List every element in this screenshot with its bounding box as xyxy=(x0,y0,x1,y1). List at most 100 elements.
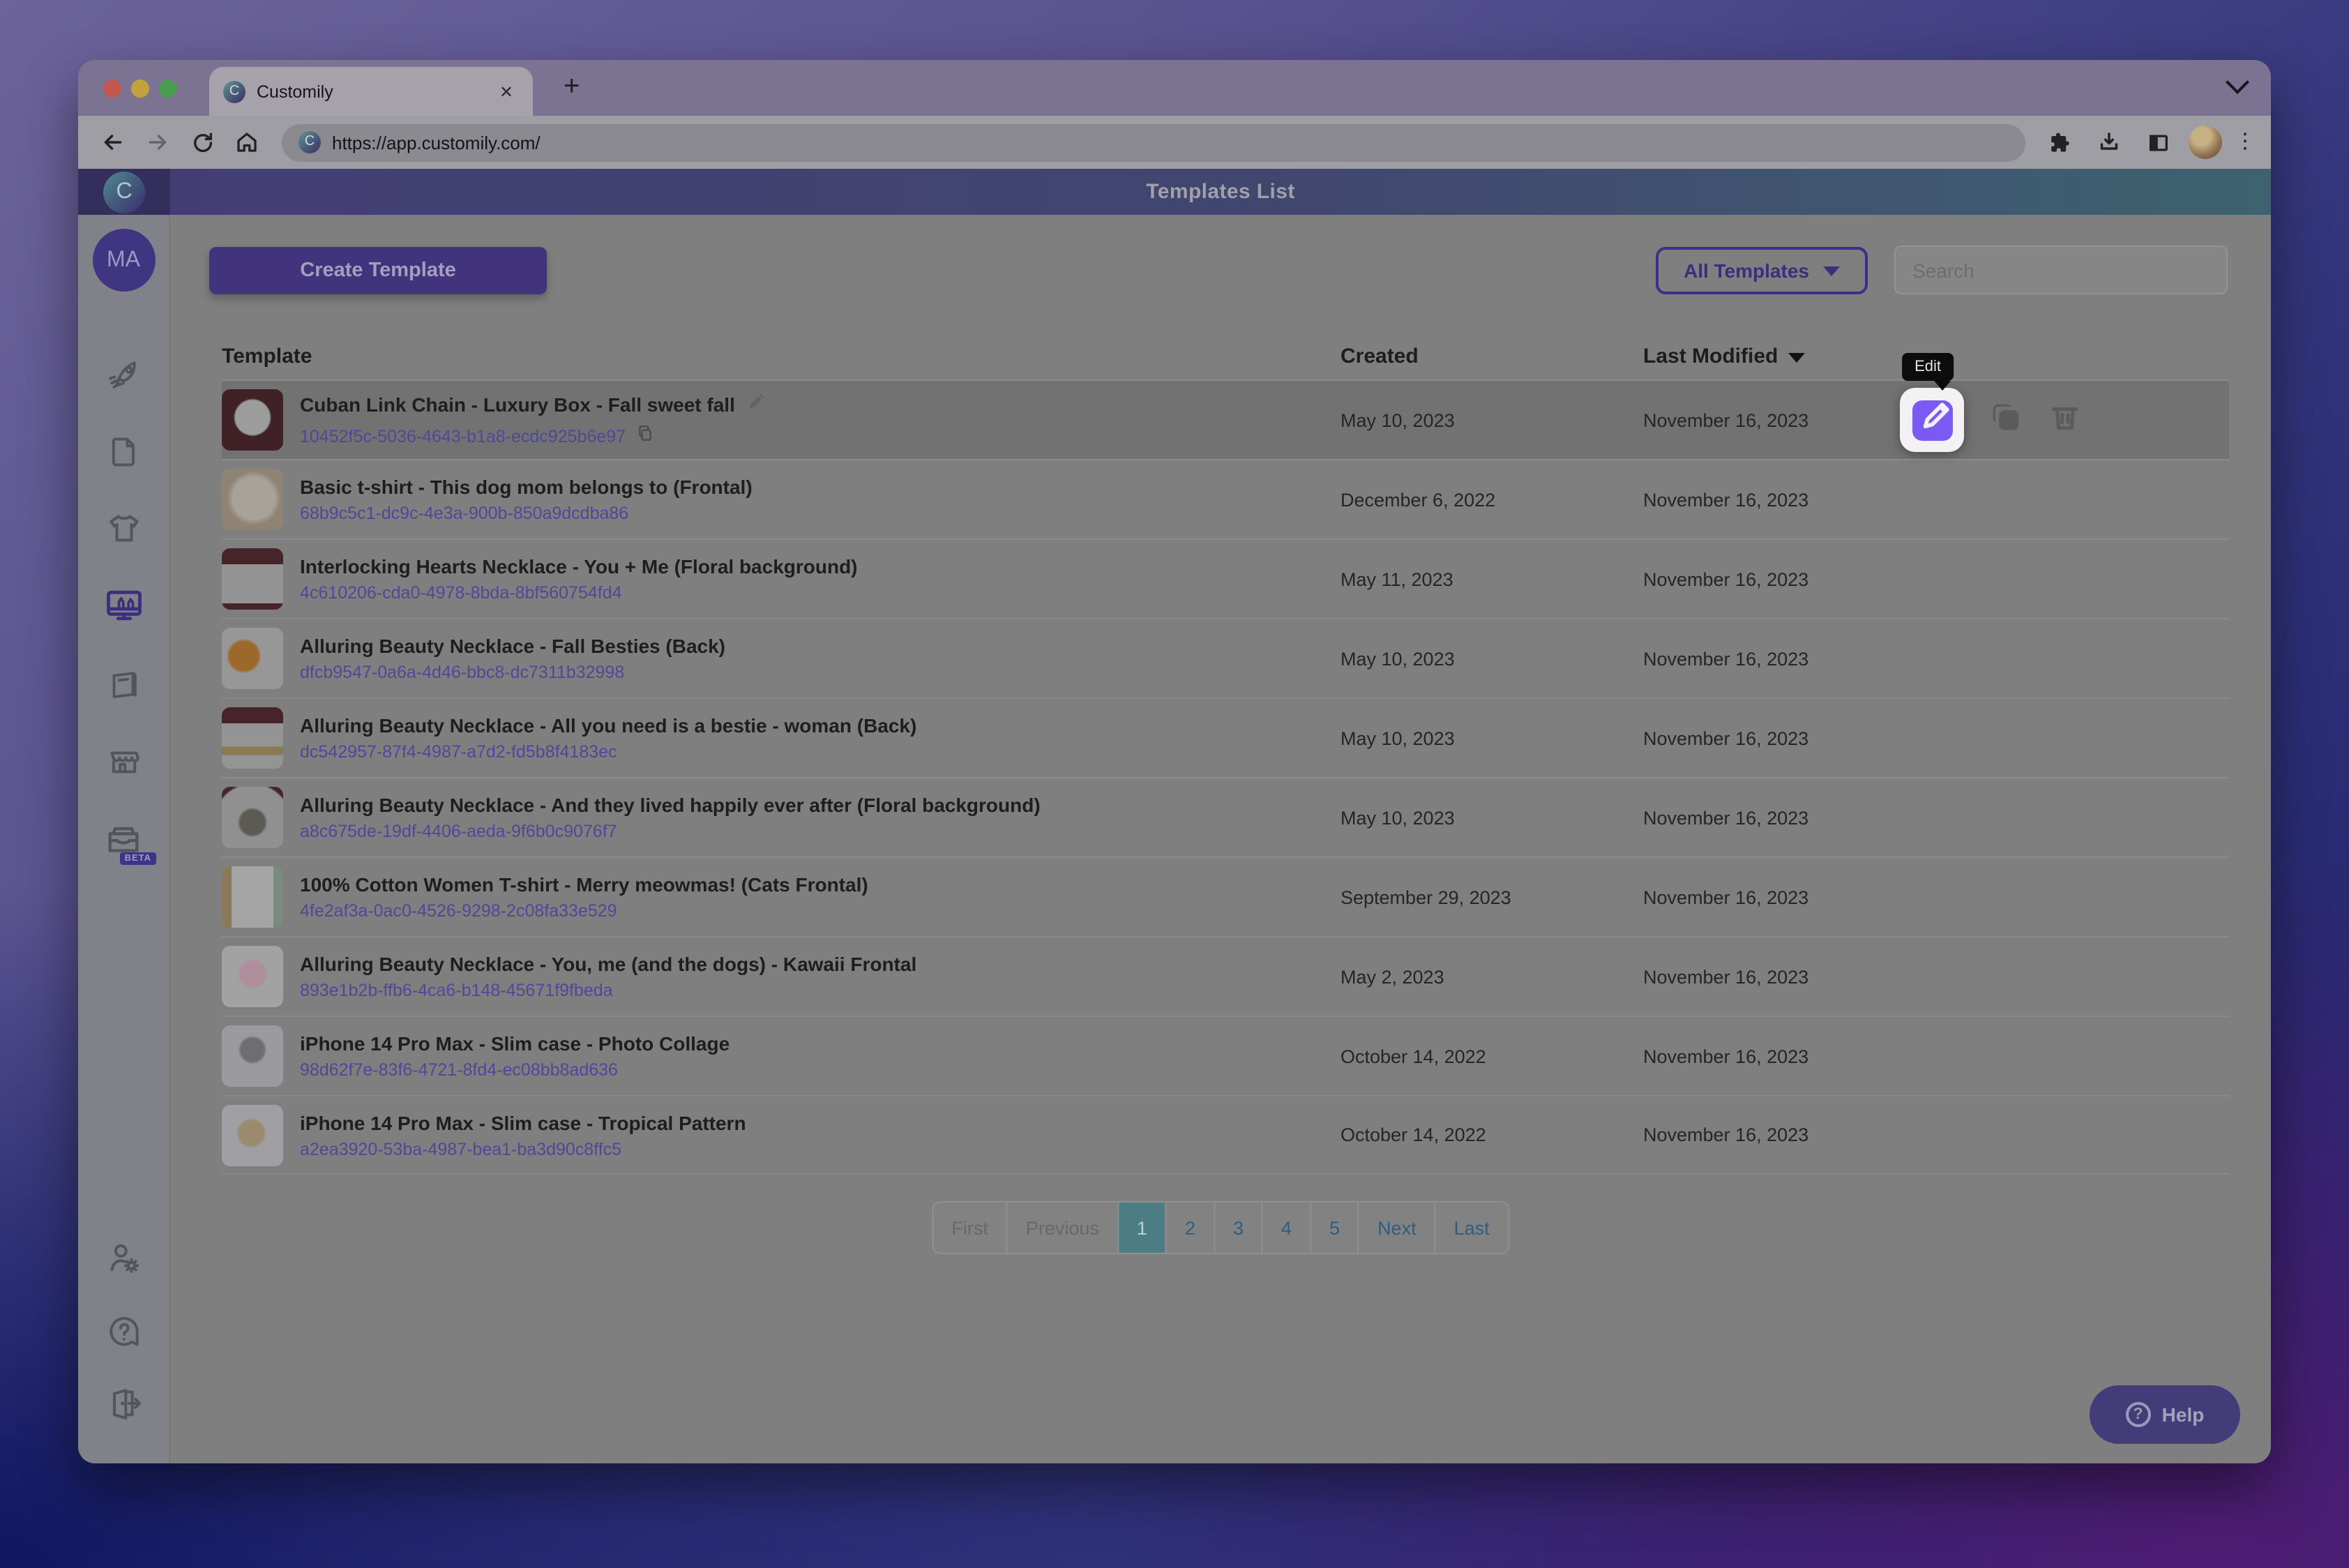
template-id-link[interactable]: 893e1b2b-ffb6-4ca6-b148-45671f9fbeda xyxy=(300,981,613,1000)
store-icon[interactable] xyxy=(103,739,144,781)
template-id-link[interactable]: 10452f5c-5036-4643-b1a8-ecdc925b6e97 xyxy=(300,426,626,446)
template-name: Alluring Beauty Necklace - Fall Besties … xyxy=(300,635,725,657)
edit-button-highlight xyxy=(1900,388,1964,452)
template-thumbnail xyxy=(222,866,283,928)
page-item-first: First xyxy=(951,1217,988,1238)
template-thumbnail xyxy=(222,1104,283,1166)
template-name: iPhone 14 Pro Max - Slim case - Photo Co… xyxy=(300,1032,730,1055)
customily-favicon xyxy=(223,80,246,103)
logout-icon[interactable] xyxy=(103,1382,144,1424)
site-favicon xyxy=(299,131,321,153)
rename-pencil-icon[interactable] xyxy=(746,391,766,418)
duplicate-button[interactable] xyxy=(1988,398,2024,442)
template-name: Interlocking Hearts Necklace - You + Me … xyxy=(300,555,858,578)
copy-id-icon[interactable] xyxy=(635,423,654,448)
user-avatar[interactable]: MA xyxy=(92,229,155,292)
new-tab-button[interactable]: + xyxy=(564,71,580,103)
edit-button[interactable]: Edit xyxy=(1900,353,1964,452)
column-header-created[interactable]: Created xyxy=(1340,344,1643,368)
template-name: Basic t-shirt - This dog mom belongs to … xyxy=(300,476,753,498)
template-thumbnail xyxy=(222,548,283,610)
modified-date: November 16, 2023 xyxy=(1643,728,1809,748)
search-input[interactable] xyxy=(1894,246,2228,294)
tab-search-chevron-icon[interactable] xyxy=(2226,70,2249,94)
template-id-link[interactable]: a8c675de-19df-4406-aeda-9f6b0c9076f7 xyxy=(300,822,617,841)
file-icon[interactable] xyxy=(103,431,144,473)
tshirt-icon[interactable] xyxy=(103,508,144,550)
inbox-icon[interactable]: BETA xyxy=(103,819,156,865)
template-id-link[interactable]: dfcb9547-0a6a-4d46-bbc8-dc7311b32998 xyxy=(300,663,624,682)
table-row[interactable]: Cuban Link Chain - Luxury Box - Fall swe… xyxy=(222,353,2229,459)
page-item-1[interactable]: 1 xyxy=(1117,1203,1165,1253)
column-header-template[interactable]: Template xyxy=(222,344,1340,368)
design-monitor-icon[interactable] xyxy=(103,585,144,626)
reload-icon[interactable] xyxy=(184,124,220,160)
modified-date: November 16, 2023 xyxy=(1643,1046,1809,1066)
table-row[interactable]: 100% Cotton Women T-shirt - Merry meowma… xyxy=(222,857,2229,936)
template-id-link[interactable]: 4fe2af3a-0ac0-4526-9298-2c08fa33e529 xyxy=(300,901,617,921)
extensions-puzzle-icon[interactable] xyxy=(2042,124,2078,160)
browser-profile-avatar[interactable] xyxy=(2189,126,2222,159)
template-thumbnail xyxy=(222,469,283,530)
table-row[interactable]: Alluring Beauty Necklace - Fall Besties … xyxy=(222,618,2229,698)
table-row[interactable]: Alluring Beauty Necklace - All you need … xyxy=(222,698,2229,777)
table-row[interactable]: iPhone 14 Pro Max - Slim case - Tropical… xyxy=(222,1095,2229,1175)
forward-icon[interactable] xyxy=(139,124,176,160)
close-window-button[interactable] xyxy=(103,80,121,98)
page-item-last[interactable]: Last xyxy=(1434,1203,1508,1253)
logo-cell[interactable] xyxy=(78,169,170,215)
help-button[interactable]: ? Help xyxy=(2090,1385,2240,1444)
browser-titlebar: Customily ✕ + xyxy=(78,60,2271,116)
template-thumbnail xyxy=(222,946,283,1007)
rocket-icon[interactable] xyxy=(103,353,144,395)
template-id-link[interactable]: 68b9c5c1-dc9c-4e3a-900b-850a9dcdba86 xyxy=(300,504,628,523)
modified-date: November 16, 2023 xyxy=(1643,568,1809,589)
template-id-link[interactable]: 4c610206-cda0-4978-8bda-8bf560754fd4 xyxy=(300,583,622,603)
address-bar[interactable]: https://app.customily.com/ xyxy=(282,123,2025,161)
table-row[interactable]: Basic t-shirt - This dog mom belongs to … xyxy=(222,459,2229,538)
minimize-window-button[interactable] xyxy=(131,80,149,98)
template-name: Cuban Link Chain - Luxury Box - Fall swe… xyxy=(300,393,735,416)
sidebar: MA BETA xyxy=(78,215,170,1463)
create-template-button[interactable]: Create Template xyxy=(209,247,547,294)
template-id-link[interactable]: a2ea3920-53ba-4987-bea1-ba3d90c8ffc5 xyxy=(300,1139,621,1159)
side-panel-icon[interactable] xyxy=(2140,124,2176,160)
help-label: Help xyxy=(2161,1403,2205,1426)
browser-tab[interactable]: Customily ✕ xyxy=(209,67,533,116)
table-row[interactable]: Alluring Beauty Necklace - And they live… xyxy=(222,777,2229,857)
template-thumbnail xyxy=(222,707,283,769)
user-settings-icon[interactable] xyxy=(103,1237,144,1279)
page-item-3[interactable]: 3 xyxy=(1213,1203,1262,1253)
page-item-2[interactable]: 2 xyxy=(1165,1203,1214,1253)
template-id-link[interactable]: 98d62f7e-83f6-4721-8fd4-ec08bb8ad636 xyxy=(300,1060,618,1080)
modified-date: November 16, 2023 xyxy=(1643,807,1809,828)
sort-desc-icon xyxy=(1788,352,1805,362)
modified-date: November 16, 2023 xyxy=(1643,648,1809,669)
delete-button[interactable] xyxy=(2048,399,2083,441)
templates-filter-dropdown[interactable]: All Templates xyxy=(1656,247,1868,294)
page-item-next[interactable]: Next xyxy=(1358,1203,1435,1253)
table-row[interactable]: iPhone 14 Pro Max - Slim case - Photo Co… xyxy=(222,1016,2229,1095)
back-icon[interactable] xyxy=(95,124,131,160)
home-icon[interactable] xyxy=(229,124,265,160)
table-row[interactable]: Alluring Beauty Necklace - You, me (and … xyxy=(222,936,2229,1016)
created-date: May 10, 2023 xyxy=(1340,409,1455,430)
browser-menu-icon[interactable]: ⋮ xyxy=(2235,131,2256,152)
browser-window: Customily ✕ + https://app.customily.com/ xyxy=(78,60,2271,1463)
pages-icon[interactable] xyxy=(103,663,144,704)
template-id-link[interactable]: dc542957-87f4-4987-a7d2-fd5b8f4183ec xyxy=(300,742,617,762)
tab-close-icon[interactable]: ✕ xyxy=(494,79,519,104)
customily-logo-icon xyxy=(103,171,145,213)
template-thumbnail xyxy=(222,628,283,689)
page-item-4[interactable]: 4 xyxy=(1262,1203,1310,1253)
page-item-5[interactable]: 5 xyxy=(1310,1203,1358,1253)
zoom-window-button[interactable] xyxy=(159,80,177,98)
support-icon[interactable] xyxy=(103,1311,144,1353)
browser-toolbar: https://app.customily.com/ ⋮ xyxy=(78,116,2271,169)
page-title: Templates List xyxy=(1146,180,1295,204)
page-header-bar: Templates List xyxy=(170,169,2271,215)
table-row[interactable]: Interlocking Hearts Necklace - You + Me … xyxy=(222,538,2229,618)
template-thumbnail xyxy=(222,1025,283,1087)
modified-date: November 16, 2023 xyxy=(1643,1124,1809,1145)
downloads-icon[interactable] xyxy=(2091,124,2127,160)
